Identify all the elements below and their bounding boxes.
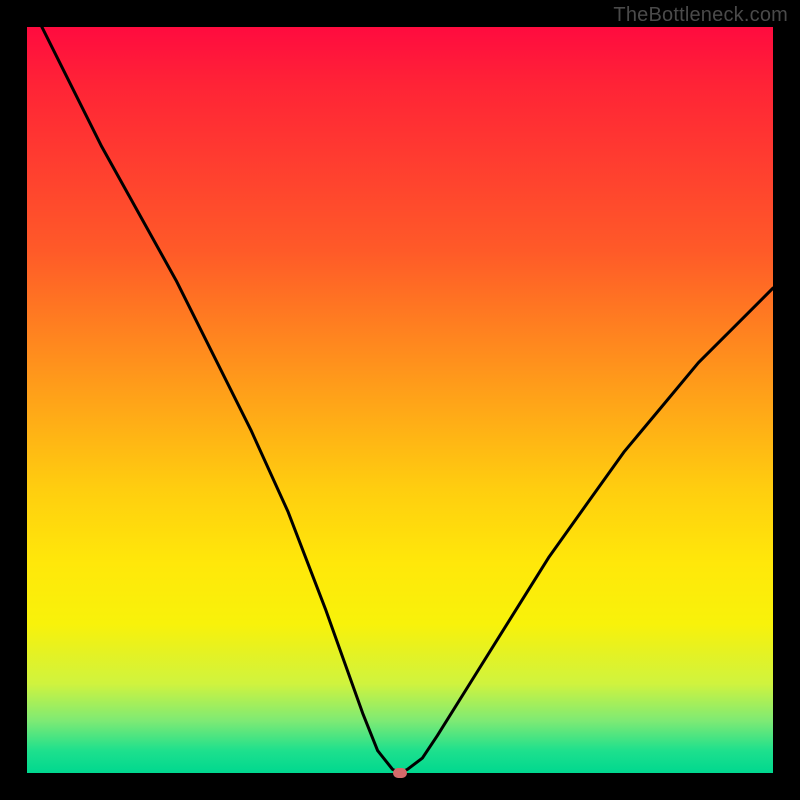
chart-frame: TheBottleneck.com	[0, 0, 800, 800]
minimum-marker	[393, 768, 407, 778]
curve-svg	[27, 27, 773, 773]
bottleneck-curve	[42, 27, 773, 773]
plot-area	[27, 27, 773, 773]
watermark-text: TheBottleneck.com	[613, 4, 788, 27]
